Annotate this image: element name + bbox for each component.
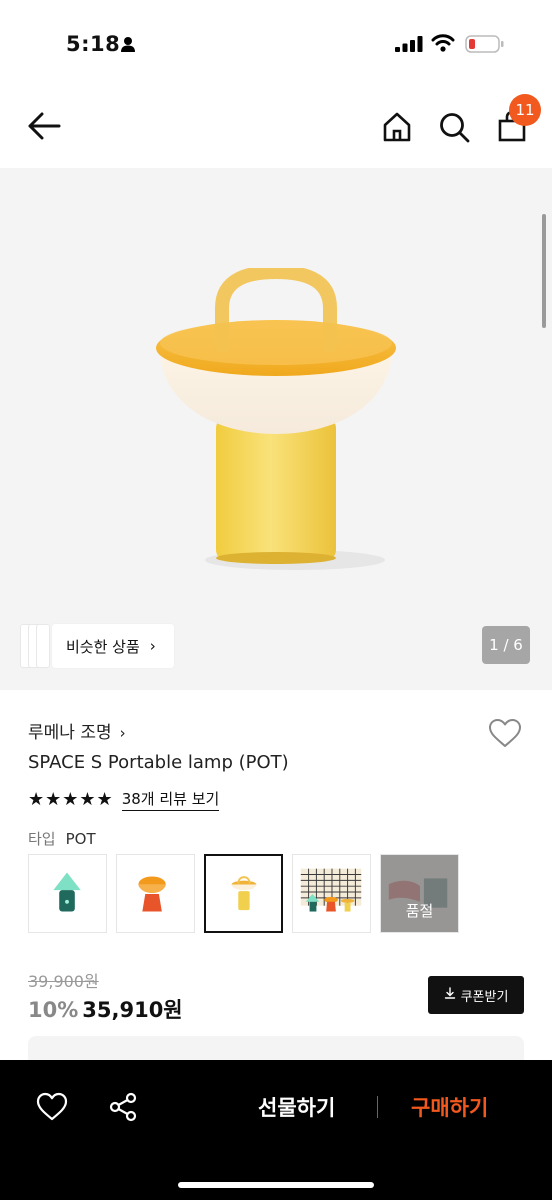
heart-icon[interactable]	[36, 1092, 68, 1122]
similar-products-button[interactable]: 비슷한 상품 ›	[20, 624, 174, 668]
status-time: 5:18	[66, 32, 121, 56]
similar-products-label: 비슷한 상품	[66, 637, 140, 656]
product-title: SPACE S Portable lamp (POT)	[28, 752, 289, 773]
chevron-right-icon: ›	[119, 724, 126, 742]
discount-rate: 10%	[28, 998, 79, 1022]
purchase-bar: 선물하기 구매하기	[0, 1060, 552, 1200]
option-green-lamp[interactable]	[28, 854, 107, 933]
option-set-lamp[interactable]	[292, 854, 371, 933]
similar-products-pill[interactable]: 비슷한 상품 ›	[52, 624, 174, 668]
gallery-scrollbar[interactable]	[542, 214, 546, 328]
product-image	[156, 268, 396, 570]
option-type-value: POT	[65, 830, 96, 848]
brand-link[interactable]: 루메나 조명 ›	[28, 718, 126, 743]
option-type-row: 타입 POT	[28, 828, 96, 849]
person-icon	[120, 36, 136, 56]
home-indicator[interactable]	[178, 1182, 374, 1188]
download-icon	[444, 987, 456, 1003]
share-icon[interactable]	[108, 1092, 138, 1122]
option-pot-lamp[interactable]	[204, 854, 283, 933]
option-type-label: 타입	[28, 830, 56, 848]
chevron-right-icon: ›	[149, 637, 156, 655]
product-image-gallery[interactable]: 비슷한 상품 › 1 / 6	[0, 168, 552, 690]
gift-button[interactable]: 선물하기	[258, 1092, 335, 1122]
option-thumbnails: 품절	[28, 854, 459, 933]
coupon-download-button[interactable]: 쿠폰받기	[428, 976, 524, 1014]
battery-low-icon	[465, 35, 505, 57]
sale-price: 35,910원	[82, 998, 183, 1022]
reviews-link[interactable]: 38개 리뷰 보기	[121, 788, 220, 811]
option-orange-lamp[interactable]	[116, 854, 195, 933]
sale-price-row: 10% 35,910원	[28, 994, 183, 1024]
search-icon[interactable]	[437, 110, 471, 144]
coupon-label: 쿠폰받기	[460, 989, 509, 1005]
brand-name: 루메나 조명	[28, 723, 112, 743]
wishlist-heart-icon[interactable]	[488, 718, 522, 748]
back-arrow-icon[interactable]	[26, 110, 62, 142]
home-icon[interactable]	[380, 110, 414, 144]
button-divider	[377, 1096, 378, 1118]
signal-icon	[395, 36, 423, 56]
rating-row: ★★★★★ 38개 리뷰 보기	[28, 788, 220, 811]
sold-out-overlay: 품절	[381, 855, 458, 932]
image-pager: 1 / 6	[482, 626, 530, 664]
original-price: 39,900원	[28, 972, 99, 991]
wifi-icon	[431, 34, 455, 56]
similar-thumb-stack	[20, 624, 52, 668]
option-red-lamp: 품절	[380, 854, 459, 933]
rating-stars: ★★★★★	[28, 789, 114, 810]
top-navigation: 11	[0, 84, 552, 168]
buy-button[interactable]: 구매하기	[411, 1092, 488, 1122]
status-bar: 5:18	[0, 0, 552, 84]
cart-count-badge: 11	[509, 94, 541, 126]
